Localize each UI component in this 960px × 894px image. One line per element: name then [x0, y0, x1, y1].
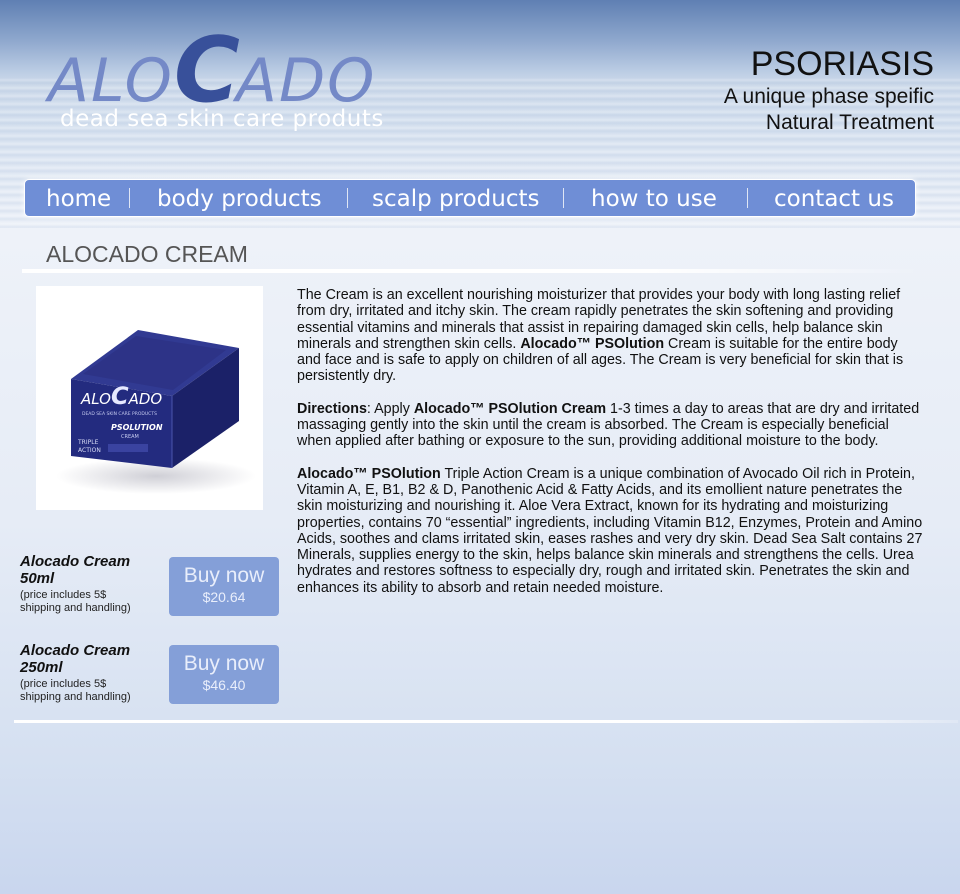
- nav-separator: [563, 188, 564, 208]
- product-description: The Cream is an excellent nourishing moi…: [297, 287, 925, 612]
- directions-label: Directions: [297, 400, 367, 417]
- box-product-name: PSOLUTION: [111, 423, 163, 432]
- offer-name-line-1: Alocado Cream: [20, 553, 131, 570]
- box-logo-prefix: ALO: [80, 390, 111, 408]
- buy-now-250ml-button[interactable]: Buy now $46.40: [169, 645, 279, 704]
- page-title: ALOCADO CREAM: [46, 241, 248, 267]
- brand-name: Alocado™ PSOlution: [520, 335, 665, 352]
- box-logo-suffix: ADO: [128, 390, 163, 408]
- nav-separator: [347, 188, 348, 208]
- nav-scalp-products[interactable]: scalp products: [372, 180, 539, 216]
- buy-now-50ml-button[interactable]: Buy now $20.64: [169, 557, 279, 616]
- description-paragraph-1: The Cream is an excellent nourishing moi…: [297, 287, 925, 385]
- headline: PSORIASIS A unique phase speific Natural…: [724, 44, 934, 136]
- nav-home[interactable]: home: [46, 180, 111, 216]
- buy-now-price: $20.64: [202, 589, 246, 605]
- tagline: dead sea skin care produts: [60, 106, 384, 132]
- nav-separator: [129, 188, 130, 208]
- box-logo-big-letter: C: [111, 382, 129, 410]
- buy-now-label: Buy now: [183, 652, 265, 675]
- headline-line-1: A unique phase speific: [723, 85, 934, 108]
- ingredients-paragraph: Alocado™ PSOlution Triple Action Cream i…: [297, 466, 925, 596]
- nav-body-products[interactable]: body products: [157, 180, 322, 216]
- box-side-text-2: ACTION: [78, 447, 101, 454]
- box-product-sub: CREAM: [121, 434, 139, 440]
- nav-how-to-use[interactable]: how to use: [591, 180, 717, 216]
- offer-250ml: Alocado Cream 250ml (price includes 5$ s…: [20, 642, 170, 704]
- offer-note-line-1: (price includes 5$: [20, 678, 107, 690]
- offer-note-line-2: shipping and handling): [20, 691, 131, 703]
- brand-name: Alocado™ PSOlution: [297, 465, 441, 482]
- offer-note-line-2: shipping and handling): [20, 602, 131, 614]
- buy-now-price: $46.40: [202, 677, 246, 693]
- directions-paragraph: Directions: Apply Alocado™ PSOlution Cre…: [297, 401, 925, 450]
- headline-line-2: Natural Treatment: [765, 111, 934, 134]
- offer-note-line-1: (price includes 5$: [20, 589, 107, 601]
- headline-title: PSORIASIS: [750, 45, 934, 83]
- nav-contact-us[interactable]: contact us: [774, 180, 894, 216]
- offer-name-line-2: 250ml: [20, 659, 63, 676]
- box-tagline: DEAD SEA SKIN CARE PRODUCTS: [82, 411, 157, 417]
- nav-separator: [747, 188, 748, 208]
- main-nav: home body products scalp products how to…: [24, 179, 916, 217]
- offer-50ml: Alocado Cream 50ml (price includes 5$ sh…: [20, 553, 170, 615]
- paragraph-text: Triple Action Cream is a unique combinat…: [297, 465, 923, 596]
- divider-top: [22, 269, 922, 273]
- logo[interactable]: ALOCADO: [48, 18, 376, 123]
- brand-name: Alocado™ PSOlution Cream: [413, 400, 607, 417]
- box-info-panel: [108, 444, 148, 452]
- divider-bottom: [14, 720, 958, 723]
- offer-name-line-2: 50ml: [20, 570, 55, 587]
- offer-name-line-1: Alocado Cream: [20, 642, 131, 659]
- buy-now-label: Buy now: [183, 564, 265, 587]
- box-side-text-1: TRIPLE: [77, 439, 99, 446]
- product-image: ALOCADO DEAD SEA SKIN CARE PRODUCTS PSOL…: [36, 286, 263, 510]
- paragraph-text: : Apply: [366, 400, 414, 417]
